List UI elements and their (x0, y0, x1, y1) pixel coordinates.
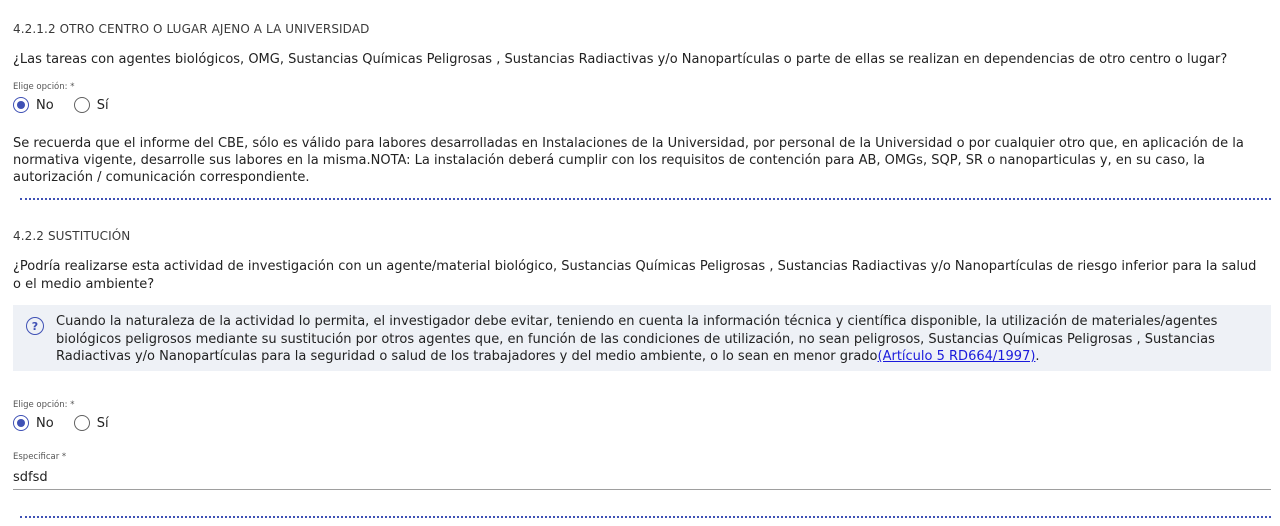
info-text: Cuando la naturaleza de la actividad lo … (56, 313, 1257, 366)
radio-label-no: No (36, 97, 54, 113)
info-end: . (1035, 349, 1040, 364)
radio-option-no[interactable]: No (13, 97, 54, 113)
radio-option-si[interactable]: Sí (73, 97, 109, 113)
section-divider (20, 198, 1271, 200)
radio-label-no-2: No (36, 415, 54, 431)
radio-button-si-2[interactable] (73, 415, 90, 431)
radio-group-sustitucion: No Sí (13, 413, 123, 433)
choice-label: Elige opción: * (13, 82, 75, 92)
info-body: Cuando la naturaleza de la actividad lo … (56, 314, 1218, 364)
radio-label-si: Sí (96, 97, 109, 113)
specify-label: Especificar * (13, 452, 67, 462)
note-text: Se recuerda que el informe del CBE, sólo… (13, 136, 1244, 185)
radio-button-si[interactable] (73, 97, 90, 113)
question-otro-centro: ¿Las tareas con agentes biológicos, OMG,… (13, 52, 1228, 67)
radio-button-no[interactable] (13, 97, 29, 113)
info-box: ? Cuando la naturaleza de la actividad l… (13, 305, 1271, 371)
choice-label-2: Elige opción: * (13, 400, 75, 410)
section-divider-2 (20, 516, 1271, 518)
section-title-otro-centro: 4.2.1.2 OTRO CENTRO O LUGAR AJENO A LA U… (13, 22, 370, 36)
radio-label-si-2: Sí (96, 415, 109, 431)
specify-input[interactable] (13, 465, 1271, 490)
section-title-sustitucion: 4.2.2 SUSTITUCIÓN (13, 229, 131, 243)
radio-option-no-2[interactable]: No (13, 415, 54, 431)
question-sustitucion: ¿Podría realizarse esta actividad de inv… (13, 259, 1257, 292)
radio-group-otro-centro: No Sí (13, 95, 123, 115)
help-circle-icon: ? (26, 317, 44, 335)
radio-option-si-2[interactable]: Sí (73, 415, 109, 431)
article-link[interactable]: (Artículo 5 RD664/1997) (878, 349, 1036, 364)
radio-button-no-2[interactable] (13, 415, 29, 431)
